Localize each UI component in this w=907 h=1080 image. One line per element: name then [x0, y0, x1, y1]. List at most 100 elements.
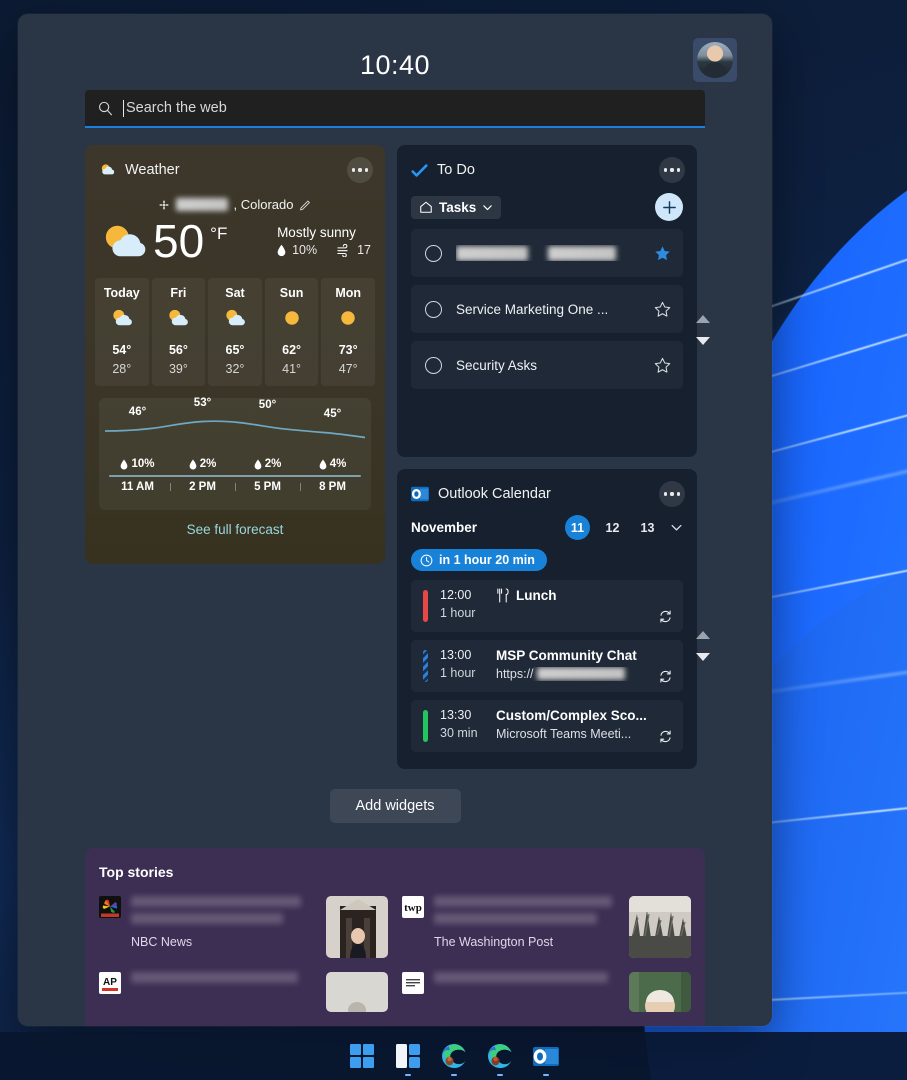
- pencil-icon[interactable]: [299, 198, 312, 211]
- event-color-bar: [423, 649, 428, 682]
- story-source: The Washington Post: [434, 935, 554, 949]
- event-subtitle: https://: [496, 667, 652, 681]
- hourly-precip: 2%: [170, 458, 235, 470]
- event-title: MSP Community Chat: [496, 647, 637, 663]
- calendar-event[interactable]: 13:30 30 min Custom/Complex Sco... Micro…: [411, 699, 683, 752]
- edge-icon-2[interactable]: [486, 1042, 514, 1076]
- wind-icon: [337, 243, 348, 257]
- forecast-day[interactable]: Sat 65° 32°: [208, 278, 262, 386]
- next-event-text: in 1 hour 20 min: [439, 553, 535, 567]
- scroll-down-button[interactable]: [696, 337, 710, 345]
- scroll-down-button[interactable]: [696, 653, 710, 661]
- scroll-up-button[interactable]: [696, 631, 710, 639]
- calendar-month: November: [411, 520, 478, 535]
- chevron-down-icon[interactable]: [670, 521, 683, 534]
- widget-grid: Weather , Colorado 50 °F Mostly sunny 10…: [18, 128, 772, 769]
- forecast-day[interactable]: Sun 62° 41°: [264, 278, 319, 386]
- edge-icon[interactable]: [440, 1042, 468, 1076]
- partly-sunny-icon: [101, 163, 115, 174]
- stories-row: NBC News twp The Washington Post: [99, 896, 691, 958]
- task-label: Service Marketing One ...: [456, 301, 609, 317]
- todo-list-name: Tasks: [439, 199, 477, 215]
- task-checkbox[interactable]: [425, 244, 442, 262]
- hourly-forecast-chart[interactable]: 46° 53° 50° 45° 10% 2% 2% 4% 11 AM 2 PM …: [99, 397, 371, 510]
- recurring-icon: [660, 670, 671, 682]
- clock-icon: [420, 554, 433, 566]
- forecast-high: 56°: [168, 343, 188, 357]
- story-card[interactable]: AP: [99, 972, 388, 1012]
- story-headline-redacted: [131, 913, 283, 924]
- forecast-low: 47°: [338, 362, 358, 376]
- event-url-prefix: https://: [496, 666, 534, 681]
- nbc-logo-icon: [99, 896, 121, 918]
- add-task-button[interactable]: [655, 193, 683, 221]
- hourly-temp: 46°: [128, 406, 147, 418]
- add-widgets-button[interactable]: Add widgets: [329, 789, 461, 823]
- see-full-forecast-link[interactable]: See full forecast: [85, 522, 385, 537]
- task-checkbox[interactable]: [425, 356, 442, 374]
- task-item[interactable]: [411, 229, 683, 277]
- calendar-widget[interactable]: Outlook Calendar November 11 12 13 in 1 …: [397, 469, 710, 769]
- forecast-day[interactable]: Mon 73° 47°: [321, 278, 375, 386]
- story-text: NBC News: [131, 896, 316, 958]
- task-item[interactable]: Service Marketing One ...: [411, 285, 683, 333]
- event-time-block: 13:00 1 hour: [440, 648, 496, 684]
- column-right: To Do Tasks Service Marketing One ... Se…: [397, 145, 710, 769]
- hourly-time: 2 PM: [170, 481, 235, 493]
- avatar[interactable]: [693, 38, 737, 82]
- hourly-precip: 10%: [105, 458, 170, 470]
- story-headline-redacted: [131, 896, 302, 907]
- start-icon[interactable]: [348, 1042, 376, 1070]
- weather-widget[interactable]: Weather , Colorado 50 °F Mostly sunny 10…: [85, 145, 385, 564]
- hourly-time: 5 PM: [235, 481, 300, 493]
- forecast-day[interactable]: Today 54° 28°: [95, 278, 149, 386]
- star-outline-icon[interactable]: [654, 301, 671, 318]
- story-text: [131, 972, 316, 1012]
- calendar-day[interactable]: 13: [635, 515, 660, 540]
- scroll-up-button[interactable]: [696, 315, 710, 323]
- raindrop-icon: [254, 458, 262, 469]
- calendar-day-selected[interactable]: 11: [565, 515, 590, 540]
- story-headline-redacted: [434, 972, 608, 983]
- event-time-block: 12:00 1 hour: [440, 588, 496, 624]
- story-card[interactable]: [402, 972, 691, 1012]
- event-title: Custom/Complex Sco...: [496, 707, 647, 723]
- todo-more-button[interactable]: [659, 157, 685, 183]
- star-outline-icon[interactable]: [654, 357, 671, 374]
- todo-toolbar: Tasks: [397, 193, 697, 221]
- avatar-image: [697, 42, 733, 78]
- search-icon: [98, 101, 113, 115]
- location-redacted: [175, 198, 228, 211]
- forecast-low: 41°: [282, 362, 302, 376]
- recurring-icon: [660, 610, 671, 622]
- home-icon: [420, 201, 432, 213]
- weather-current: 50 °F Mostly sunny 10% 17: [85, 212, 385, 264]
- calendar-day[interactable]: 12: [600, 515, 625, 540]
- story-card[interactable]: twp The Washington Post: [402, 896, 691, 958]
- top-stories-feed: Top stories NBC News twp The Washington …: [85, 848, 705, 1026]
- todo-widget[interactable]: To Do Tasks Service Marketing One ... Se…: [397, 145, 710, 457]
- calendar-more-button[interactable]: [659, 481, 685, 507]
- task-checkbox[interactable]: [425, 300, 442, 318]
- todo-list-selector[interactable]: Tasks: [411, 195, 502, 219]
- calendar-day-selector: 11 12 13: [565, 515, 683, 540]
- search-input[interactable]: Search the web: [85, 90, 705, 128]
- hourly-temp: 53°: [193, 397, 212, 409]
- weather-forecast-row: Today 54° 28° Fri 56° 39° Sat 65° 32° Su…: [95, 278, 375, 386]
- next-event-badge[interactable]: in 1 hour 20 min: [411, 549, 547, 571]
- forecast-day-name: Sat: [225, 286, 245, 300]
- story-card[interactable]: NBC News: [99, 896, 388, 958]
- weather-more-button[interactable]: [347, 157, 373, 183]
- task-item[interactable]: Security Asks: [411, 341, 683, 389]
- column-left: Weather , Colorado 50 °F Mostly sunny 10…: [85, 145, 385, 769]
- widgets-icon[interactable]: [394, 1042, 422, 1076]
- forecast-day[interactable]: Fri 56° 39°: [151, 278, 206, 386]
- raindrop-icon: [189, 458, 197, 469]
- star-filled-icon[interactable]: [654, 245, 671, 262]
- forecast-day-name: Fri: [170, 286, 187, 300]
- outlook-icon[interactable]: [532, 1042, 560, 1076]
- calendar-event[interactable]: 13:00 1 hour MSP Community Chat https://: [411, 639, 683, 692]
- calendar-event[interactable]: 12:00 1 hour Lunch: [411, 579, 683, 632]
- panel-header: 10:40: [18, 14, 772, 90]
- outlook-icon: [411, 486, 429, 502]
